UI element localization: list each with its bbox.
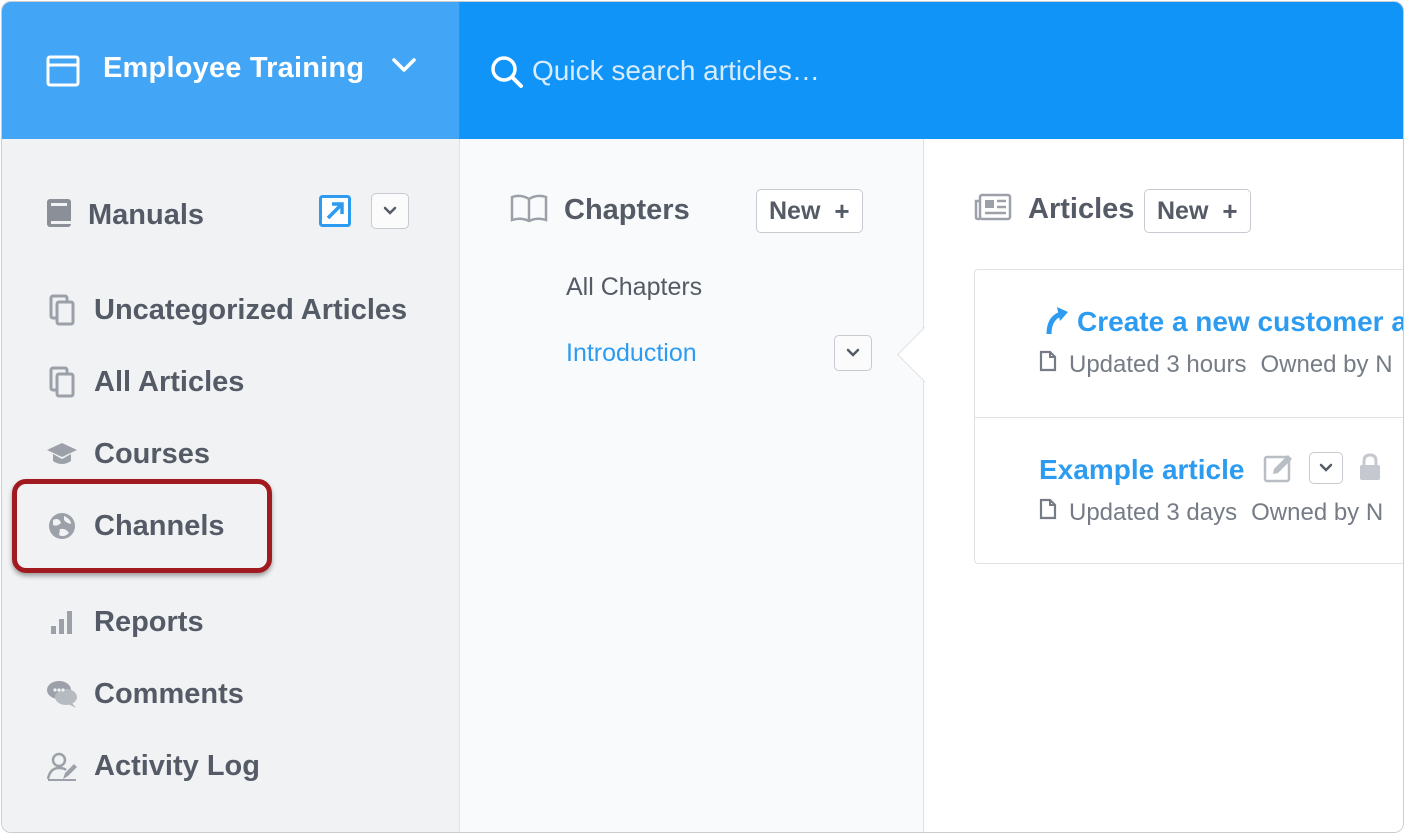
list-item[interactable]: Example article Updated 3 days Owned by …	[975, 417, 1403, 563]
article-meta: Updated 3 days Owned by N	[1039, 498, 1383, 527]
search-icon	[490, 55, 524, 94]
article-updated: Updated 3 days	[1069, 498, 1238, 526]
sidebar-item-all-articles[interactable]: All Articles	[46, 360, 244, 404]
graduation-cap-icon	[46, 438, 78, 470]
new-article-button[interactable]: New +	[1144, 189, 1251, 233]
articles-title: Articles	[1028, 193, 1135, 225]
article-meta: Updated 3 hours Owned by N	[1039, 350, 1393, 379]
manuals-label: Manuals	[88, 199, 205, 231]
sidebar-item-label: Comments	[94, 677, 244, 710]
chapters-panel: Chapters New + All Chapters Introduction	[460, 139, 924, 832]
sidebar-item-reports[interactable]: Reports	[46, 600, 204, 644]
window-icon	[46, 55, 80, 92]
chevron-down-icon	[846, 348, 860, 357]
article-owner: Owned by N	[1251, 498, 1384, 526]
user-edit-icon	[46, 750, 78, 782]
list-item[interactable]: Create a new customer a Updated 3 hours …	[975, 270, 1403, 417]
articles-header: Articles	[974, 193, 1134, 226]
app-window: Employee Training Manuals Uncateg	[1, 1, 1404, 833]
chapter-link-all-chapters[interactable]: All Chapters	[566, 273, 702, 302]
sidebar: Manuals Uncategorized Articles All Artic…	[2, 139, 460, 832]
manuals-dropdown-button[interactable]	[371, 193, 409, 229]
article-dropdown-button[interactable]	[1309, 452, 1343, 484]
chat-bubbles-icon	[46, 678, 78, 710]
sidebar-item-courses[interactable]: Courses	[46, 432, 210, 476]
articles-panel: Articles New + Create a new customer a Up…	[924, 139, 1403, 832]
chapters-title: Chapters	[564, 194, 690, 226]
chapters-header: Chapters	[510, 193, 690, 228]
sidebar-item-label: Courses	[94, 437, 211, 470]
manual-book-icon	[44, 197, 74, 234]
new-article-label: New	[1157, 196, 1209, 225]
article-updated: Updated 3 hours	[1069, 350, 1247, 378]
newspaper-icon	[974, 193, 1012, 226]
article-owner: Owned by N	[1260, 350, 1393, 378]
new-chapter-label: New	[769, 196, 821, 225]
chevron-down-icon[interactable]	[391, 56, 417, 79]
lock-icon	[1357, 452, 1383, 487]
document-icon	[1039, 498, 1057, 527]
document-icon	[1039, 350, 1057, 379]
chevron-down-icon	[383, 206, 397, 215]
chapter-link-introduction[interactable]: Introduction	[566, 339, 697, 368]
bar-chart-icon	[46, 606, 78, 638]
sidebar-item-activity-log[interactable]: Activity Log	[46, 744, 260, 788]
manuals-header[interactable]: Manuals	[44, 197, 204, 234]
plus-icon: +	[834, 195, 850, 226]
chevron-down-icon	[1319, 463, 1333, 472]
article-title[interactable]: Example article	[1039, 454, 1244, 486]
articles-list: Create a new customer a Updated 3 hours …	[974, 269, 1403, 564]
sidebar-item-label: All Articles	[94, 365, 245, 398]
sidebar-item-label: Activity Log	[94, 749, 260, 782]
edit-icon[interactable]	[1263, 452, 1295, 489]
sidebar-item-label: Uncategorized Articles	[94, 293, 408, 326]
new-chapter-button[interactable]: New +	[756, 189, 863, 233]
sidebar-item-uncategorized-articles[interactable]: Uncategorized Articles	[46, 288, 407, 332]
chapter-dropdown-button[interactable]	[834, 335, 872, 371]
search-input[interactable]	[532, 48, 1132, 94]
workspace-switcher[interactable]: Employee Training	[2, 2, 460, 139]
open-book-icon	[510, 193, 548, 228]
sidebar-item-comments[interactable]: Comments	[46, 672, 244, 716]
external-link-icon[interactable]	[319, 195, 351, 227]
article-title[interactable]: Create a new customer a	[1077, 306, 1403, 338]
sidebar-item-label: Reports	[94, 605, 204, 638]
annotation-highlight	[12, 479, 272, 573]
plus-icon: +	[1222, 195, 1238, 226]
curved-arrow-icon	[1045, 306, 1069, 341]
top-bar	[460, 2, 1403, 139]
copy-icon	[46, 294, 78, 326]
workspace-title: Employee Training	[103, 52, 365, 84]
copy-icon	[46, 366, 78, 398]
